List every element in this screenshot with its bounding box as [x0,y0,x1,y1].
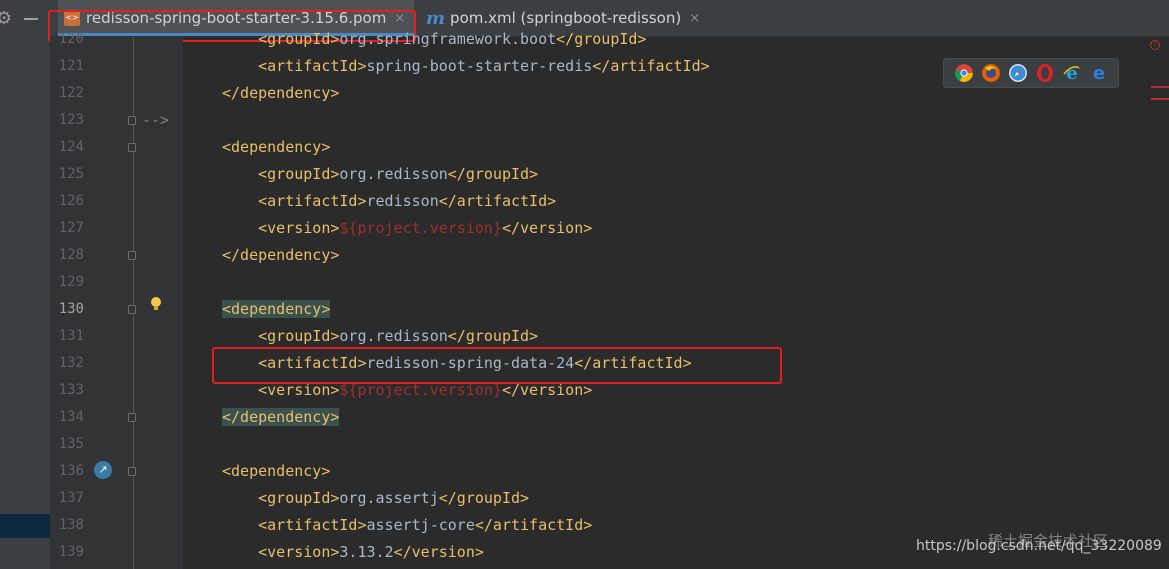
code-line-127: <version>${project.version}</version> [258,219,593,237]
code-line-125: <groupId>org.redisson</groupId> [258,165,539,183]
line-number: 137 [58,490,84,506]
watermark-url: https://blog.csdn.net/qq_33220089 [916,538,1162,554]
line-number: 120 [58,31,84,47]
line-number: 123 [58,112,84,128]
fold-marker[interactable] [128,251,136,260]
line-number: 122 [58,85,84,101]
code-line-131: <groupId>org.redisson</groupId> [258,327,539,345]
fold-marker[interactable] [128,467,136,476]
line-number: 131 [58,328,84,344]
code-line-130: <dependency> [222,300,331,318]
line-number-current: 130 [58,301,84,317]
error-stripe-mark[interactable] [1151,86,1169,88]
line-number: 134 [58,409,84,425]
line-number: 126 [58,193,84,209]
code-line-124: <dependency> [222,138,331,156]
safari-icon[interactable] [1008,64,1027,82]
line-number: 138 [58,517,84,533]
code-line-123: --> [142,111,170,129]
code-line-121: <artifactId>spring-boot-starter-redis</a… [258,57,710,75]
project-tool-panel: ⚙ [0,0,50,569]
fold-marker[interactable] [128,116,136,125]
ie-icon[interactable]: e [1062,64,1081,82]
tab-label: pom.xml (springboot-redisson) [450,9,682,27]
code-line-126: <artifactId>redisson</artifactId> [258,192,557,210]
override-gutter-icon[interactable]: ↗ [94,461,112,479]
line-number: 125 [58,166,84,182]
fold-marker[interactable] [128,143,136,152]
firefox-icon[interactable] [981,64,1000,82]
edge-icon[interactable]: e [1090,64,1108,82]
code-line-136: <dependency> [222,462,331,480]
line-number: 121 [58,58,84,74]
close-tab-icon[interactable]: × [689,11,700,26]
code-line-137: <groupId>org.assertj</groupId> [258,489,530,507]
lightbulb-icon[interactable] [150,297,162,311]
line-number: 135 [58,436,84,452]
code-line-128: </dependency> [222,246,340,264]
code-line-134: </dependency> [222,408,340,426]
line-number: 129 [58,274,84,290]
svg-text:e: e [1092,64,1104,82]
close-tab-icon[interactable]: × [394,11,405,26]
line-number: 128 [58,247,84,263]
line-number: 139 [58,544,84,560]
xml-file-icon: <> [64,10,80,26]
line-number: 133 [58,382,84,398]
line-number: 132 [58,355,84,371]
code-line-139: <version>3.13.2</version> [258,543,484,561]
minimize-icon[interactable] [24,18,38,20]
fold-marker[interactable] [128,305,136,314]
selected-tree-row[interactable] [0,514,50,538]
code-line-120: <groupId>org.springframework.boot</group… [258,30,647,48]
tab-label: redisson-spring-boot-starter-3.15.6.pom [86,9,387,27]
fold-marker[interactable] [128,413,136,422]
line-number: 136 [58,463,84,479]
opera-icon[interactable] [1036,64,1054,82]
gear-icon[interactable]: ⚙ [0,8,12,29]
line-number: 127 [58,220,84,236]
code-line-133: <version>${project.version}</version> [258,381,593,399]
browser-preview-bar: e e [943,58,1119,88]
code-line-132: <artifactId>redisson-spring-data-24</art… [258,354,692,372]
error-indicator-icon[interactable]: ! [1150,40,1160,50]
chrome-icon[interactable] [954,64,973,82]
code-line-138: <artifactId>assertj-core</artifactId> [258,516,593,534]
error-stripe-mark[interactable] [1151,98,1169,100]
line-number: 124 [58,139,84,155]
code-line-122: </dependency> [222,84,340,102]
